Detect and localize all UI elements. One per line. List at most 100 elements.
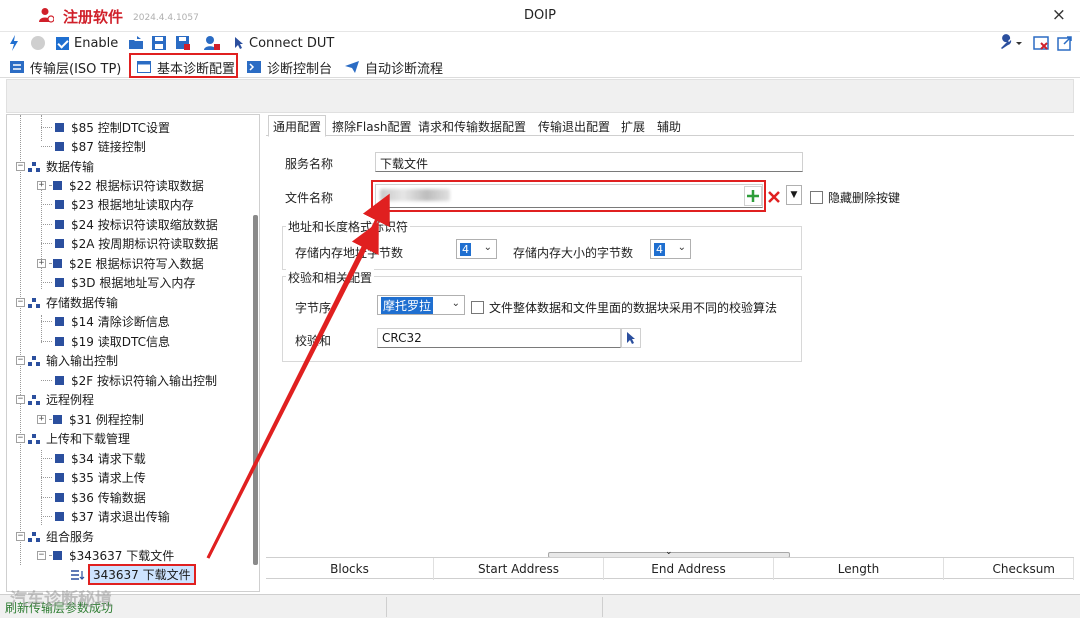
tab-erase-flash-config[interactable]: 擦除Flash配置 xyxy=(332,116,411,136)
service-node-icon xyxy=(55,123,64,132)
tree-item[interactable]: $37 请求退出传输 xyxy=(41,507,170,526)
service-node-icon xyxy=(55,454,64,463)
chevron-down-icon: ⌄ xyxy=(451,298,460,309)
file-name-label: 文件名称 xyxy=(285,191,334,205)
tree-item-selected[interactable]: 343637 下载文件 xyxy=(71,564,196,585)
checksum-select-button[interactable] xyxy=(621,328,641,348)
service-node-icon xyxy=(55,376,64,385)
tree-category[interactable]: − 输入输出控制 xyxy=(16,351,118,370)
tab-auto-diag-flow[interactable]: 自动诊断流程 xyxy=(345,56,443,78)
expand-icon[interactable]: + xyxy=(37,415,46,424)
connect-dut-label: Connect DUT xyxy=(249,35,335,51)
service-node-icon xyxy=(55,493,64,502)
tree-item[interactable]: $87 链接控制 xyxy=(41,137,146,156)
tab-extension[interactable]: 扩展 xyxy=(621,116,645,136)
hierarchy-icon xyxy=(28,161,40,172)
diff-checksum-algo-checkbox[interactable]: 文件整体数据和文件里面的数据块采用不同的校验算法 xyxy=(471,299,777,316)
tree-category[interactable]: − 上传和下载管理 xyxy=(16,429,130,448)
tree-item[interactable]: − $343637 下载文件 xyxy=(37,546,174,565)
export-icon[interactable] xyxy=(1057,34,1073,52)
service-node-icon xyxy=(55,220,64,229)
close-panel-icon[interactable] xyxy=(1033,34,1049,52)
collapse-icon[interactable]: − xyxy=(16,395,25,404)
tree-category[interactable]: − 远程例程 xyxy=(16,390,94,409)
tree-item[interactable]: $35 请求上传 xyxy=(41,468,146,487)
tab-highlight-annotation xyxy=(129,53,238,78)
watermark: 汽车诊断秘境 xyxy=(10,590,112,610)
tree-item[interactable]: $2A 按周期标识符读取数据 xyxy=(41,234,218,253)
enable-check-icon[interactable] xyxy=(56,36,69,50)
tree-item[interactable]: + $22 根据标识符读取数据 xyxy=(37,176,204,195)
save-as-icon[interactable] xyxy=(175,34,191,52)
cursor-icon xyxy=(235,37,243,49)
tab-label: 通用配置 xyxy=(273,119,322,134)
hide-delete-check[interactable] xyxy=(810,191,823,204)
enable-checkbox[interactable]: Enable xyxy=(56,34,118,52)
tree-item-label: $2A 按周期标识符读取数据 xyxy=(71,237,219,251)
tree-category[interactable]: − 存储数据传输 xyxy=(16,293,118,312)
tab-label: 传输退出配置 xyxy=(538,119,611,134)
collapse-icon[interactable]: − xyxy=(16,356,25,365)
dropdown-arrow-icon: ▼ xyxy=(790,190,798,200)
tree-item[interactable]: $23 根据地址读取内存 xyxy=(41,195,194,214)
byte-order-select[interactable]: 摩托罗拉 ⌄ xyxy=(377,295,465,315)
column-header[interactable]: Length xyxy=(774,558,944,580)
column-header[interactable]: Blocks xyxy=(266,558,434,580)
tree-item[interactable]: $19 读取DTC信息 xyxy=(41,332,170,351)
tree-item[interactable]: $3D 根据地址写入内存 xyxy=(41,273,195,292)
save-icon[interactable] xyxy=(151,34,167,52)
collapse-icon[interactable]: − xyxy=(16,532,25,541)
open-file-icon[interactable] xyxy=(128,34,144,52)
column-header[interactable]: End Address xyxy=(604,558,774,580)
storage-address-bytes-select[interactable]: 4 ⌄ xyxy=(456,239,497,259)
tree-item[interactable]: $24 按标识符读取缩放数据 xyxy=(41,215,218,234)
collapse-icon[interactable]: − xyxy=(16,162,25,171)
collapse-icon[interactable]: − xyxy=(16,434,25,443)
connect-dut-button[interactable]: Connect DUT xyxy=(234,34,334,52)
column-header[interactable]: Checksum xyxy=(944,558,1074,580)
service-name-label: 服务名称 xyxy=(285,157,334,171)
collapse-icon[interactable]: − xyxy=(16,298,25,307)
checksum-config-group-title: 校验和相关配置 xyxy=(286,269,375,286)
tab-auxiliary[interactable]: 辅助 xyxy=(657,116,681,136)
diff-checksum-algo-check[interactable] xyxy=(471,301,484,314)
service-node-icon xyxy=(53,259,62,268)
checksum-input[interactable]: CRC32 xyxy=(377,328,621,348)
tree-guide-line xyxy=(20,115,21,565)
tree-item[interactable]: $36 传输数据 xyxy=(41,488,146,507)
tab-transport-layer[interactable]: 传输层(ISO TP) xyxy=(10,56,121,78)
tree-item[interactable]: + $2E 根据标识符写入数据 xyxy=(37,254,204,273)
tree-item[interactable]: + $31 例程控制 xyxy=(37,410,144,429)
tab-request-transfer-config[interactable]: 请求和传输数据配置 xyxy=(418,116,526,136)
chevron-down-icon: ⌄ xyxy=(483,242,492,253)
hide-delete-checkbox[interactable]: 隐藏删除按键 xyxy=(810,189,900,206)
wrench-dropdown-icon[interactable] xyxy=(998,34,1024,52)
tree-item[interactable]: $34 请求下载 xyxy=(41,449,146,468)
tree-item[interactable]: $85 控制DTC设置 xyxy=(41,118,170,137)
hierarchy-icon xyxy=(28,394,40,405)
byte-order-value: 摩托罗拉 xyxy=(381,296,434,314)
tree-scrollbar[interactable] xyxy=(253,215,258,565)
hierarchy-icon xyxy=(28,433,40,444)
expand-icon[interactable]: + xyxy=(37,259,46,268)
tree-category[interactable]: − 数据传输 xyxy=(16,157,94,176)
lightning-icon[interactable] xyxy=(8,34,20,52)
tree-item[interactable]: $2F 按标识符输入输出控制 xyxy=(41,371,217,390)
storage-size-bytes-select[interactable]: 4 ⌄ xyxy=(650,239,691,259)
file-dropdown-button[interactable]: ▼ xyxy=(786,185,802,205)
tab-general-config[interactable]: 通用配置 xyxy=(268,115,327,137)
expand-icon[interactable]: + xyxy=(37,181,46,190)
transport-icon xyxy=(10,61,24,73)
tree-item-label: $85 控制DTC设置 xyxy=(71,121,170,135)
tab-diag-console[interactable]: 诊断控制台 xyxy=(247,56,332,78)
close-window-button[interactable]: × xyxy=(1052,5,1066,25)
diff-checksum-algo-label: 文件整体数据和文件里面的数据块采用不同的校验算法 xyxy=(489,301,778,315)
diagnostic-person-icon[interactable] xyxy=(203,34,221,52)
column-header[interactable]: Start Address xyxy=(434,558,604,580)
collapse-icon[interactable]: − xyxy=(37,551,46,560)
delete-file-icon[interactable] xyxy=(767,190,781,204)
service-name-input[interactable]: 下载文件 xyxy=(375,152,803,172)
tree-item[interactable]: $14 清除诊断信息 xyxy=(41,312,170,331)
tree-category[interactable]: − 组合服务 xyxy=(16,527,94,546)
tab-transfer-exit-config[interactable]: 传输退出配置 xyxy=(538,116,610,136)
